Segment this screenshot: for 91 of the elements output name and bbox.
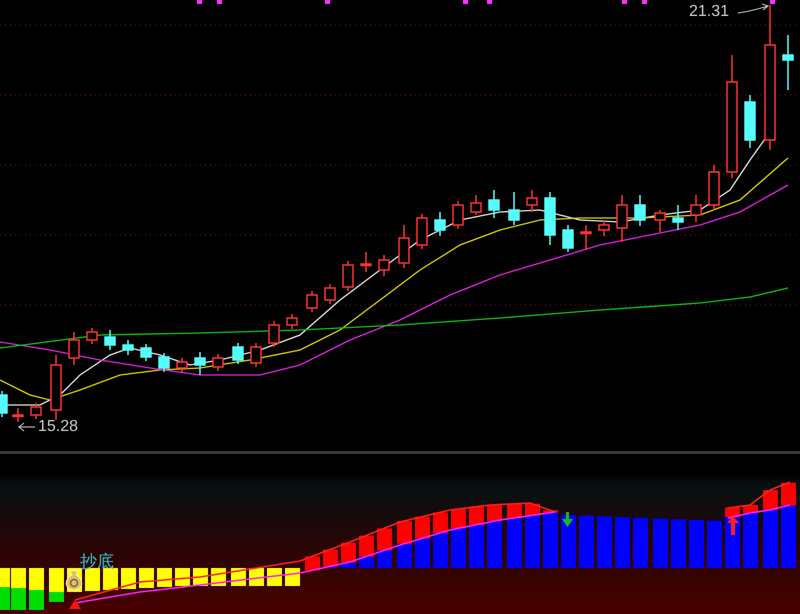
indicator-bar [285, 568, 300, 586]
candlestick [488, 190, 500, 218]
indicator-bar [323, 550, 338, 568]
candlestick [654, 210, 666, 232]
candlestick [12, 408, 24, 422]
indicator-bar [377, 528, 392, 568]
candlestick [526, 190, 538, 212]
indicator-bar [157, 568, 172, 587]
indicator-bar [653, 518, 668, 568]
low-price-label: 15.28 [38, 419, 78, 435]
candlestick [286, 314, 298, 329]
indicator-bar [139, 568, 154, 588]
candlestick [378, 255, 390, 276]
indicator-bar [103, 568, 118, 590]
candlestick [250, 343, 262, 367]
candlestick [470, 195, 482, 215]
candlestick [324, 284, 336, 304]
candlestick [544, 192, 556, 245]
candlestick [672, 205, 684, 230]
indicator-bar [433, 512, 448, 568]
pointer-arrow [738, 4, 768, 14]
up-arrow-icon [727, 516, 739, 535]
indicator-bar [579, 516, 594, 568]
indicator-bar [507, 504, 522, 568]
signal-mark [197, 0, 202, 4]
candlestick [50, 355, 62, 420]
indicator-bar [743, 505, 758, 568]
indicator-bar [543, 510, 558, 568]
indicator-bar [633, 518, 648, 568]
high-price-label: 21.31 [689, 4, 730, 20]
candlestick [212, 354, 224, 371]
indicator-bar [597, 516, 612, 568]
candlestick [398, 225, 410, 268]
candlestick [86, 328, 98, 344]
candlestick [306, 291, 318, 312]
indicator-bar [689, 520, 704, 568]
indicator-bar [707, 520, 722, 568]
candlestick [580, 225, 592, 250]
candlestick [360, 252, 372, 272]
candlestick [232, 343, 244, 364]
candlestick [690, 195, 702, 222]
candlestick [782, 35, 794, 90]
indicator-bar [397, 521, 412, 568]
candlestick [598, 220, 610, 236]
indicator-bar [49, 568, 64, 602]
candlestick [30, 403, 42, 419]
candlestick [708, 165, 720, 210]
indicator-bar [487, 504, 502, 568]
candlestick [342, 261, 354, 291]
candlestick [68, 332, 80, 365]
signal-mark [622, 0, 627, 4]
candlestick [616, 195, 628, 242]
candlestick [158, 353, 170, 372]
indicator-bar [451, 509, 466, 568]
candlestick [416, 214, 428, 249]
indicator-bar [29, 568, 44, 610]
indicator-bar [341, 542, 356, 568]
indicator-bar [415, 516, 430, 568]
candlestick [176, 358, 188, 372]
indicator-bar [525, 504, 540, 568]
candlestick [508, 192, 520, 225]
signal-label: 抄底 [80, 554, 114, 571]
indicator-bar [561, 514, 576, 568]
candlestick [744, 95, 756, 148]
indicator-bar [469, 506, 484, 568]
signal-mark [217, 0, 222, 4]
signal-mark [770, 0, 775, 4]
candlestick [562, 225, 574, 252]
indicator-bar [85, 568, 100, 591]
candlestick [194, 352, 206, 375]
candlestick [268, 321, 280, 347]
indicator-bar [615, 517, 630, 568]
indicator-bar [671, 519, 686, 568]
candlestick [434, 212, 446, 236]
signal-mark [642, 0, 647, 4]
signal-mark [463, 0, 468, 4]
pointer-arrow [18, 422, 36, 432]
candlestick [122, 340, 134, 355]
candlestick [104, 330, 116, 350]
signal-mark [325, 0, 330, 4]
indicator-bar [175, 568, 190, 586]
indicator-bar [359, 536, 374, 568]
candlestick [0, 391, 8, 417]
down-arrow-icon [562, 512, 573, 527]
candlestick [452, 201, 464, 229]
candlestick [140, 344, 152, 361]
candlestick [634, 195, 646, 226]
signal-mark [487, 0, 492, 4]
indicator-bar [121, 568, 136, 589]
indicator-bar [267, 568, 282, 586]
triangle-marker [69, 600, 81, 609]
